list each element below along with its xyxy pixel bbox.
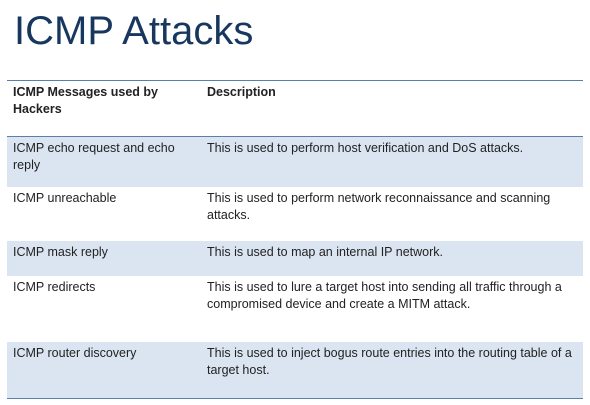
message-cell: ICMP unreachable (13, 191, 117, 205)
table-header: ICMP Messages used by Hackers Descriptio… (7, 80, 583, 137)
table-row: ICMP unreachable This is used to perform… (7, 187, 583, 241)
message-cell: ICMP router discovery (7, 342, 201, 399)
message-cell: ICMP mask reply (7, 241, 201, 276)
slide: ICMP Attacks ICMP Messages used by Hacke… (0, 0, 590, 405)
icmp-table-container: ICMP Messages used by Hackers Descriptio… (7, 80, 583, 399)
message-cell: ICMP echo request and echo reply (7, 136, 201, 187)
message-cell: ICMP redirects (13, 280, 96, 294)
table-row: ICMP mask reply This is used to map an i… (7, 241, 583, 276)
icmp-attacks-table: ICMP Messages used by Hackers Descriptio… (7, 80, 583, 399)
description-cell: This is used to lure a target host into … (207, 280, 562, 311)
table-body: ICMP echo request and echo reply This is… (7, 136, 583, 399)
table-row: ICMP router discovery This is used to in… (7, 342, 583, 399)
table-row: ICMP redirects This is used to lure a ta… (7, 276, 583, 342)
column-header-description: Description (201, 80, 583, 137)
column-header-message: ICMP Messages used by Hackers (7, 80, 201, 137)
description-cell: This is used to perform host verificatio… (201, 136, 583, 187)
slide-title: ICMP Attacks (14, 9, 254, 53)
header-row: ICMP Messages used by Hackers Descriptio… (7, 80, 583, 137)
description-cell: This is used to inject bogus route entri… (201, 342, 583, 399)
description-cell: This is used to map an internal IP netwo… (201, 241, 583, 276)
description-cell: This is used to perform network reconnai… (207, 191, 551, 222)
table-row: ICMP echo request and echo reply This is… (7, 136, 583, 187)
